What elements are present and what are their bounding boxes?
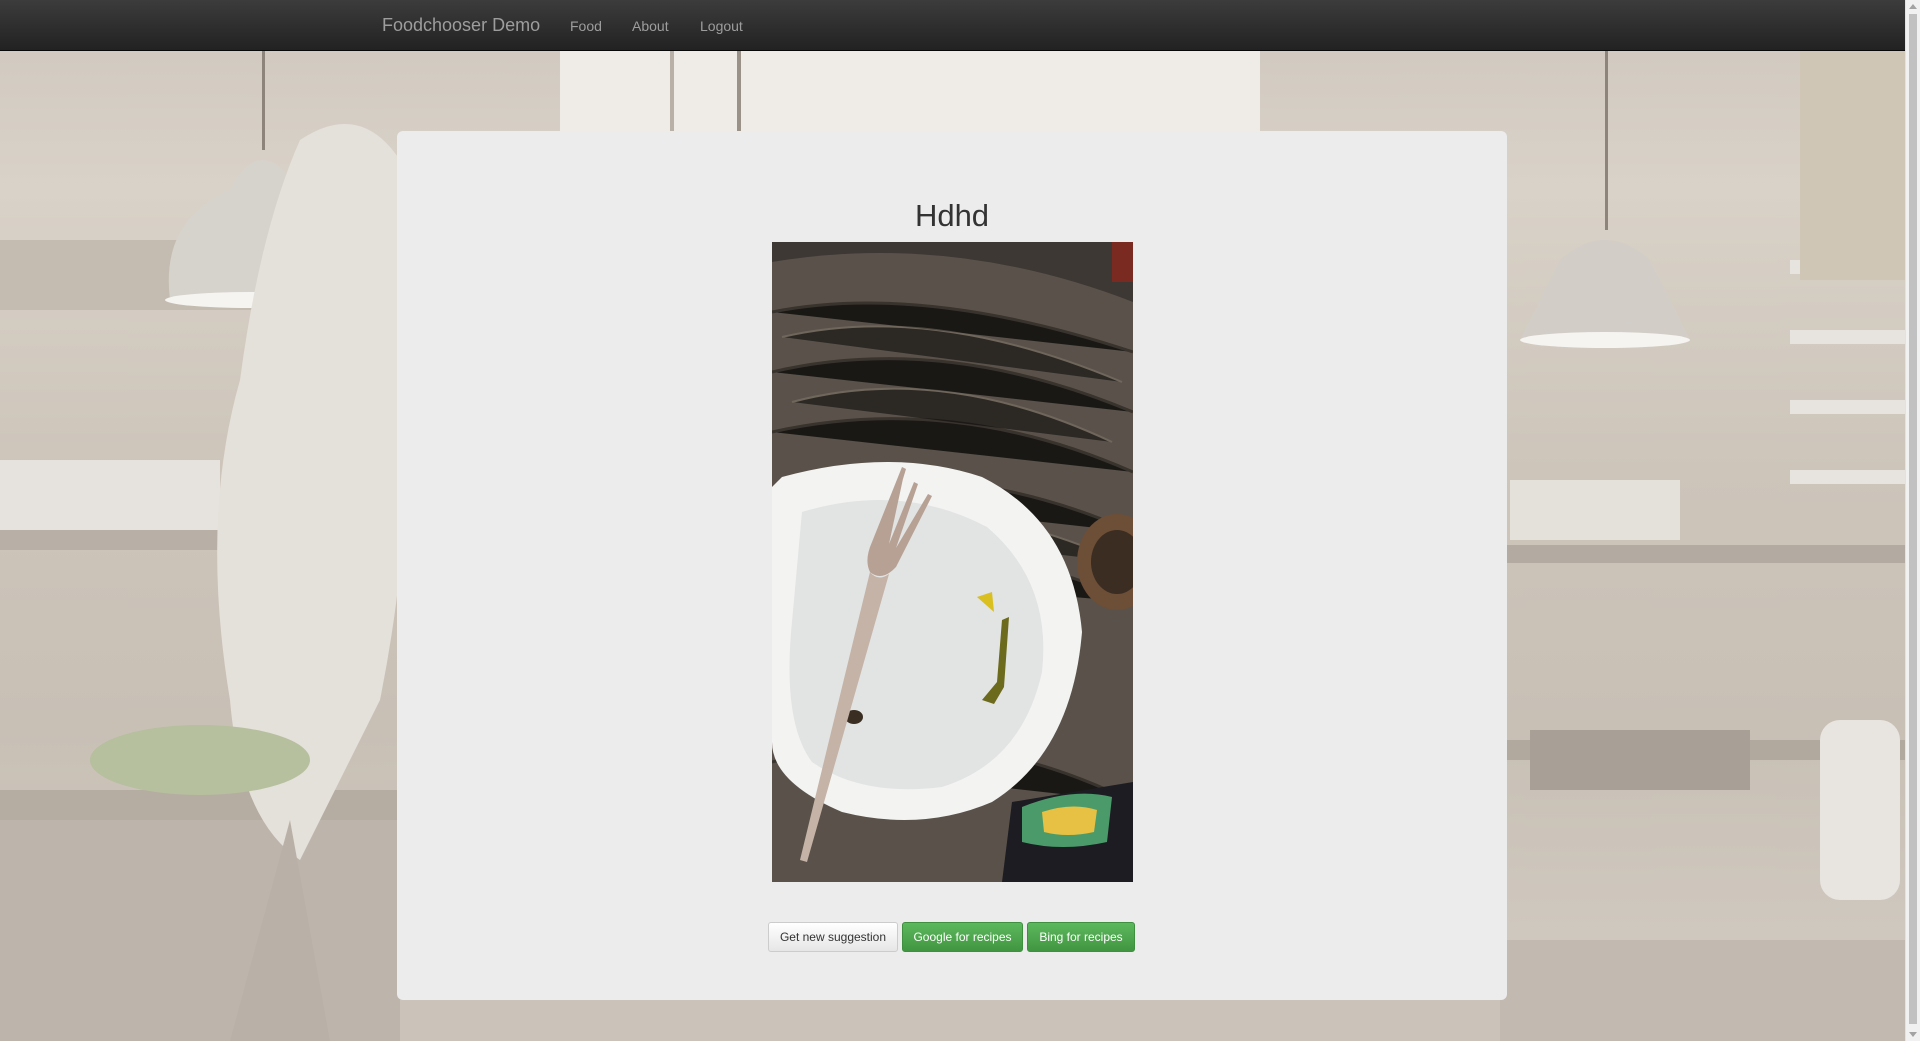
google-recipes-button[interactable]: Google for recipes [902,922,1023,952]
get-new-suggestion-button[interactable]: Get new suggestion [768,922,898,952]
nav-link-logout[interactable]: Logout [700,17,743,35]
page-scrollbar[interactable] [1905,0,1920,1041]
food-photo [772,242,1133,882]
food-title: Hdhd [914,198,990,233]
suggestion-panel: Hdhd Get new suggestion Google for recip… [397,131,1507,1000]
scroll-down-arrow-icon[interactable] [1909,1032,1917,1037]
nav-link-about[interactable]: About [632,17,669,35]
scroll-up-arrow-icon[interactable] [1909,4,1917,9]
nav-link-food[interactable]: Food [570,17,602,35]
brand-link[interactable]: Foodchooser Demo [382,14,540,36]
food-photo-plate-fork-icon [772,242,1133,882]
bing-recipes-button[interactable]: Bing for recipes [1027,922,1135,952]
top-navbar: Foodchooser Demo Food About Logout [0,0,1905,51]
scrollbar-thumb[interactable] [1909,14,1917,1024]
